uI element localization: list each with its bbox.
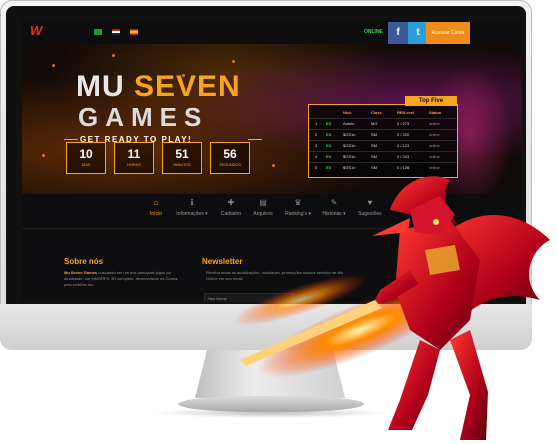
hero-title-line1: MU SEVEN bbox=[76, 70, 241, 103]
top-five-row[interactable]: 1 EX Admin MG 0 / 273 online bbox=[309, 118, 457, 128]
newsletter-title: Newsletter bbox=[202, 257, 243, 266]
server-online-status: ONLINE bbox=[364, 29, 383, 35]
site-logo[interactable]: W bbox=[30, 24, 46, 37]
hero-title-line2: GAMES bbox=[78, 102, 209, 132]
info-icon: ℹ bbox=[190, 198, 194, 207]
trophy-icon: ♛ bbox=[294, 198, 302, 207]
user-plus-icon: ✚ bbox=[227, 198, 235, 207]
top-five-row[interactable]: 4 EX $GS1n SM 0 / 243 online bbox=[309, 151, 457, 161]
heart-icon: ♥ bbox=[367, 198, 373, 207]
main-navigation: ⌂ Início ℹ Informações ▾ ✚ Cadastro ▤ Ar… bbox=[22, 194, 522, 228]
nav-item-cadastro[interactable]: ✚ Cadastro bbox=[218, 198, 244, 224]
top-five-header-row: Nick Class RR/Level Status bbox=[343, 110, 442, 115]
monitor-bezel: W ONLINE f t Acessar Conta MU SEVEN GAME… bbox=[6, 6, 526, 336]
countdown-days: 10 DIAS bbox=[66, 142, 106, 174]
top-five-row[interactable]: 2 EX $GS1n SM 0 / 220 online bbox=[309, 129, 457, 139]
nav-item-rankings[interactable]: ♛ Ranking's ▾ bbox=[282, 198, 314, 224]
newsletter-text: Receba todas as atualizações, novidades,… bbox=[206, 270, 344, 281]
countdown-seconds: 56 SEGUNDOS bbox=[210, 142, 250, 174]
tagline-divider-right bbox=[248, 139, 262, 140]
top-bar: W ONLINE f t Acessar Conta bbox=[22, 20, 522, 44]
about-text: Mu Seven Games buscando ser um dos princ… bbox=[64, 270, 178, 287]
access-account-button[interactable]: Acessar Conta bbox=[426, 22, 470, 44]
nav-item-historias[interactable]: ✎ Histórias ▾ bbox=[318, 198, 350, 224]
countdown-minutes: 51 MINUTOS bbox=[162, 142, 202, 174]
book-icon: ✎ bbox=[330, 198, 338, 207]
home-icon: ⌂ bbox=[153, 198, 159, 207]
top-five-ranking-panel: Top Five Nick Class RR/Level Status 1 EX A… bbox=[308, 96, 458, 178]
spain-flag-icon[interactable] bbox=[130, 29, 138, 35]
top-five-row[interactable]: 3 EX $GS1n SM 0 / 123 online bbox=[309, 140, 457, 150]
monitor-stand-neck bbox=[195, 350, 345, 398]
nav-item-arquivos[interactable]: ▤ Arquivos bbox=[250, 198, 276, 224]
twitter-icon[interactable]: t bbox=[408, 22, 428, 44]
usa-flag-icon[interactable] bbox=[112, 29, 120, 35]
nav-item-inicio[interactable]: ⌂ Início bbox=[146, 198, 166, 224]
monitor-stand-base bbox=[178, 396, 364, 412]
monitor-chin bbox=[0, 304, 532, 350]
countdown-hours: 11 HORAS bbox=[114, 142, 154, 174]
nav-item-sugestoes[interactable]: ♥ Sugestões bbox=[356, 198, 384, 224]
top-five-title: Top Five bbox=[405, 96, 457, 106]
newsletter-name-input[interactable]: Seu Nome bbox=[204, 293, 294, 302]
facebook-icon[interactable]: f bbox=[388, 22, 408, 44]
tagline-divider-left bbox=[64, 139, 78, 140]
monitor-frame: W ONLINE f t Acessar Conta MU SEVEN GAME… bbox=[0, 0, 532, 350]
website-screen: W ONLINE f t Acessar Conta MU SEVEN GAME… bbox=[22, 20, 522, 302]
about-title: Sobre nós bbox=[64, 257, 104, 266]
nav-item-informacoes[interactable]: ℹ Informações ▾ bbox=[172, 198, 212, 224]
top-five-row[interactable]: 5 EX $GS1n SM 0 / 128 online bbox=[309, 162, 457, 172]
brazil-flag-icon[interactable] bbox=[94, 29, 102, 35]
folder-icon: ▤ bbox=[259, 198, 267, 207]
